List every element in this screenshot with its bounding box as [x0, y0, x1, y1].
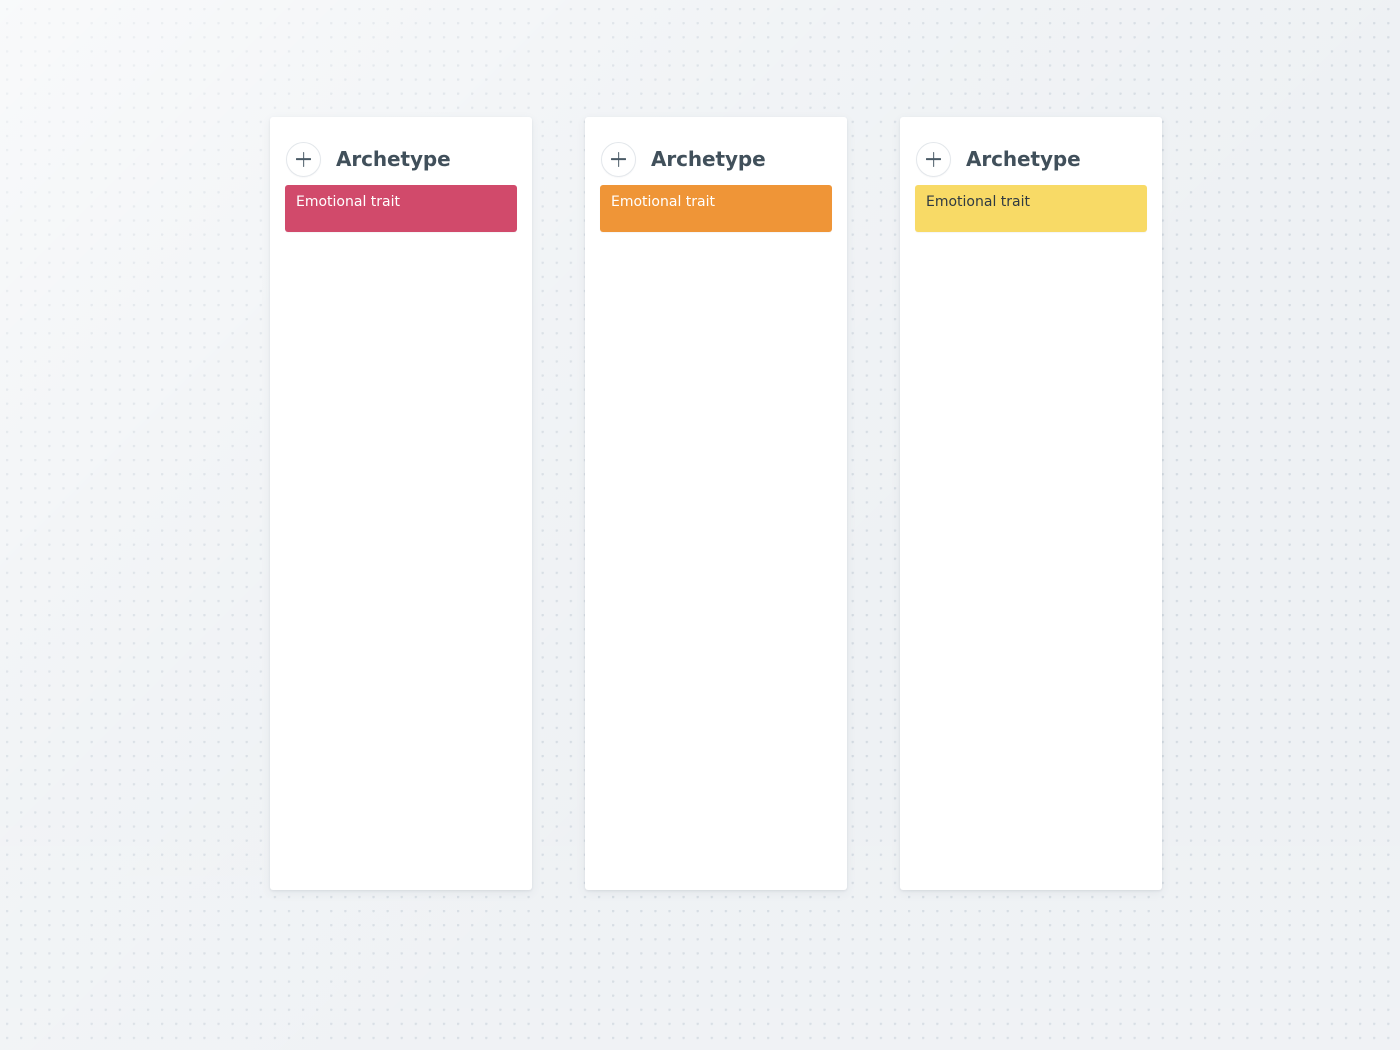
add-card-button[interactable] [916, 141, 951, 177]
column-header: Archetype [900, 117, 1162, 185]
column-header: Archetype [585, 117, 847, 185]
card-emotional-trait[interactable]: Emotional trait [285, 185, 517, 232]
column-list: Archetype Emotional trait Archetype Emot… [270, 117, 1162, 890]
card-emotional-trait[interactable]: Emotional trait [600, 185, 832, 232]
column-archetype-3[interactable]: Archetype Emotional trait [900, 117, 1162, 890]
board-canvas[interactable]: Archetype Emotional trait Archetype Emot… [0, 0, 1400, 1050]
plus-icon [926, 152, 941, 167]
card-label: Emotional trait [296, 194, 400, 210]
plus-icon [296, 152, 311, 167]
column-title: Archetype [651, 147, 766, 171]
column-archetype-2[interactable]: Archetype Emotional trait [585, 117, 847, 890]
card-label: Emotional trait [926, 194, 1030, 210]
column-title: Archetype [966, 147, 1081, 171]
column-body[interactable]: Emotional trait [270, 185, 532, 890]
column-archetype-1[interactable]: Archetype Emotional trait [270, 117, 532, 890]
column-body[interactable]: Emotional trait [585, 185, 847, 890]
column-header: Archetype [270, 117, 532, 185]
plus-icon [611, 152, 626, 167]
card-label: Emotional trait [611, 194, 715, 210]
add-card-button[interactable] [286, 141, 321, 177]
column-body[interactable]: Emotional trait [900, 185, 1162, 890]
add-card-button[interactable] [601, 141, 636, 177]
column-title: Archetype [336, 147, 451, 171]
card-emotional-trait[interactable]: Emotional trait [915, 185, 1147, 232]
